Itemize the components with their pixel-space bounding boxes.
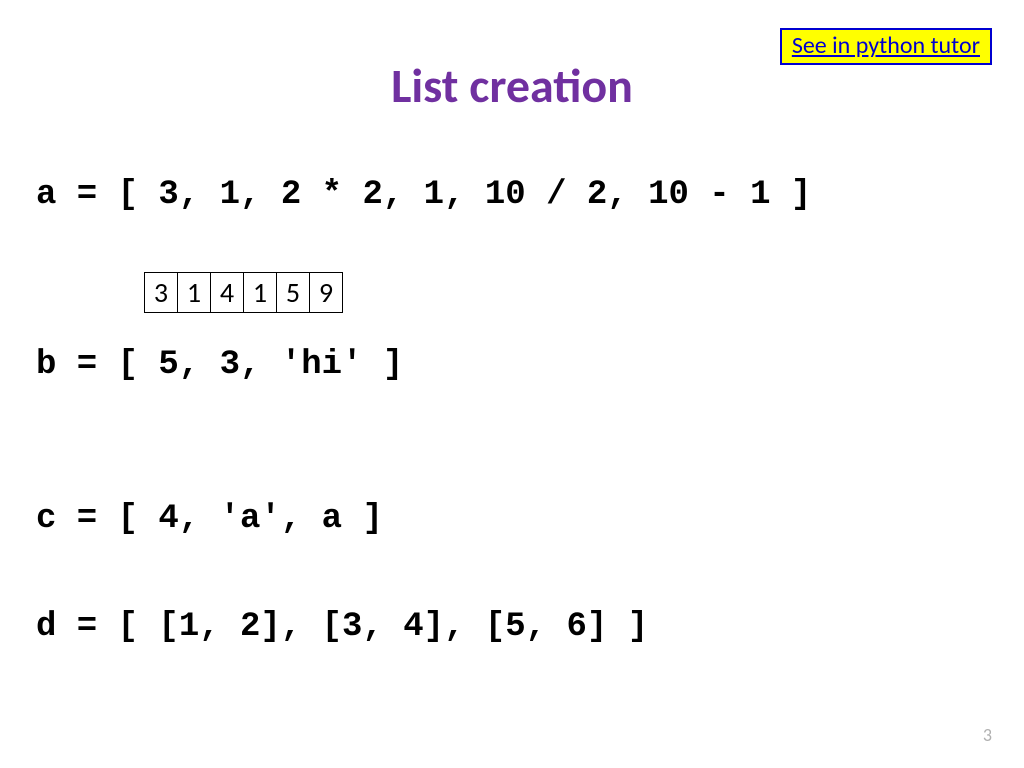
page-number: 3: [983, 724, 992, 746]
slide-title: List creation: [0, 56, 1024, 115]
array-cell: 9: [310, 273, 343, 313]
array-cell: 5: [277, 273, 310, 313]
code-line-b: b = [ 5, 3, 'hi' ]: [36, 346, 403, 384]
code-line-c: c = [ 4, 'a', a ]: [36, 500, 383, 538]
code-line-d: d = [ [1, 2], [3, 4], [5, 6] ]: [36, 608, 648, 646]
array-cell: 1: [244, 273, 277, 313]
array-visualization: 3 1 4 1 5 9: [144, 272, 343, 313]
array-cell: 4: [211, 273, 244, 313]
array-cell: 1: [178, 273, 211, 313]
code-line-a: a = [ 3, 1, 2 * 2, 1, 10 / 2, 10 - 1 ]: [36, 176, 811, 214]
array-cell: 3: [145, 273, 178, 313]
